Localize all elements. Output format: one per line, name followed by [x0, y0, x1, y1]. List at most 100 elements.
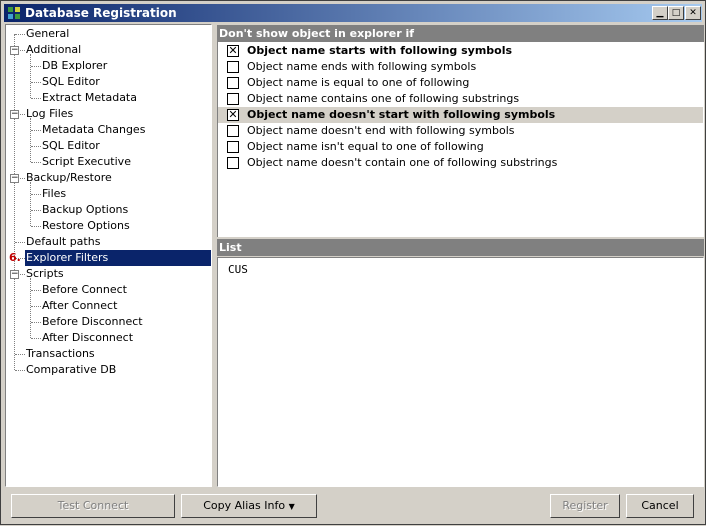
filter-option-label: Object name is equal to one of following [247, 76, 470, 89]
tree-item[interactable]: Restore Options [41, 218, 132, 234]
register-button[interactable]: Register [550, 494, 620, 518]
cancel-label: Cancel [641, 499, 679, 512]
cancel-button[interactable]: Cancel [626, 494, 694, 518]
filter-option-label: Object name doesn't end with following s… [247, 124, 515, 137]
tree-item[interactable]: Explorer Filters [25, 250, 211, 266]
title-bar[interactable]: Database Registration ▁ □ ✕ [4, 4, 702, 22]
tree-connector [31, 322, 41, 323]
list-editor[interactable]: CUS [217, 257, 704, 487]
tree-item[interactable]: Scripts [25, 266, 66, 282]
tree-item[interactable]: Default paths [25, 234, 102, 250]
collapse-icon[interactable]: − [10, 174, 19, 183]
filter-option-label: Object name starts with following symbol… [247, 44, 513, 57]
filter-option-label: Object name contains one of following su… [247, 92, 520, 105]
close-icon: ✕ [689, 8, 697, 18]
minimize-icon: ▁ [656, 8, 664, 18]
filter-option[interactable]: ✕ Object name doesn't start with followin… [218, 107, 703, 123]
tree-item[interactable]: General [25, 26, 71, 42]
tree-connector [31, 338, 41, 339]
tree-item[interactable]: Additional [25, 42, 83, 58]
tree-connector [15, 354, 25, 355]
tree-item[interactable]: After Disconnect [41, 330, 135, 346]
tree-connector [31, 226, 41, 227]
close-button[interactable]: ✕ [685, 6, 701, 20]
checkbox[interactable]: ✕ [227, 45, 239, 57]
tree-item[interactable]: Before Connect [41, 282, 129, 298]
list-header: List [217, 239, 704, 256]
collapse-icon[interactable]: − [10, 270, 19, 279]
filter-option[interactable]: Object name ends with following symbols [218, 59, 703, 75]
tree-item[interactable]: DB Explorer [41, 58, 109, 74]
tree-item[interactable]: Log Files [25, 106, 75, 122]
tree-connector [31, 194, 41, 195]
splitter[interactable] [213, 24, 216, 487]
maximize-icon: □ [671, 8, 681, 18]
database-registration-window: Database Registration ▁ □ ✕ General − Addi… [0, 0, 706, 525]
tree-item[interactable]: Script Executive [41, 154, 133, 170]
tree-item[interactable]: Files [41, 186, 68, 202]
checkbox[interactable] [227, 93, 239, 105]
maximize-button[interactable]: □ [668, 6, 684, 20]
tree-item[interactable]: Extract Metadata [41, 90, 139, 106]
test-connect-button[interactable]: Test Connect [11, 494, 175, 518]
database-icon [8, 7, 20, 19]
collapse-icon[interactable]: − [10, 110, 19, 119]
tree-item[interactable]: Transactions [25, 346, 97, 362]
tree-connector [31, 210, 41, 211]
checkbox[interactable] [227, 125, 239, 137]
tree-connector [31, 130, 41, 131]
tree-connector [31, 98, 41, 99]
test-connect-label: Test Connect [57, 499, 129, 512]
window-title: Database Registration [25, 6, 177, 20]
filter-option[interactable]: ✕ Object name starts with following symbo… [218, 43, 703, 59]
dropdown-arrow-icon: ▼ [288, 502, 295, 511]
tree-item[interactable]: Before Disconnect [41, 314, 145, 330]
tree-item[interactable]: After Connect [41, 298, 119, 314]
tree-connector [15, 242, 25, 243]
tree-connector [31, 290, 41, 291]
filter-option-label: Object name isn't equal to one of follow… [247, 140, 484, 153]
filter-option[interactable]: Object name contains one of following su… [218, 91, 703, 107]
selection-marker: 6. [9, 251, 21, 264]
tree-branch-line [30, 54, 31, 98]
list-content: CUS [228, 263, 248, 276]
checkbox[interactable]: ✕ [227, 109, 239, 121]
filter-options-panel: ✕ Object name starts with following symbo… [217, 42, 704, 237]
tree-branch-line [30, 118, 31, 162]
tree-root-line [14, 34, 15, 370]
tree-connector [31, 306, 41, 307]
copy-alias-info-button[interactable]: Copy Alias Info ▼ [181, 494, 317, 518]
filter-option[interactable]: Object name is equal to one of following [218, 75, 703, 91]
checkbox[interactable] [227, 61, 239, 73]
collapse-icon[interactable]: − [10, 46, 19, 55]
tree-connector [31, 66, 41, 67]
copy-alias-info-label: Copy Alias Info [203, 499, 286, 512]
checkbox[interactable] [227, 157, 239, 169]
filter-option-label: Object name ends with following symbols [247, 60, 477, 73]
tree-branch-line [30, 278, 31, 338]
filters-header: Don't show object in explorer if [217, 25, 704, 42]
filter-option[interactable]: Object name doesn't contain one of follo… [218, 155, 703, 171]
filter-option[interactable]: Object name doesn't end with following s… [218, 123, 703, 139]
filter-option-label: Object name doesn't start with following… [247, 108, 556, 121]
tree-item[interactable]: SQL Editor [41, 74, 102, 90]
minimize-button[interactable]: ▁ [652, 6, 668, 20]
tree-connector [15, 370, 25, 371]
register-label: Register [562, 499, 608, 512]
tree-connector [31, 82, 41, 83]
tree-item[interactable]: Metadata Changes [41, 122, 147, 138]
filter-option-label: Object name doesn't contain one of follo… [247, 156, 558, 169]
tree-connector [31, 162, 41, 163]
options-tree[interactable]: General − Additional DB Explorer SQL Editor E… [5, 24, 212, 487]
checkbox[interactable] [227, 141, 239, 153]
tree-item[interactable]: Comparative DB [25, 362, 118, 378]
tree-item[interactable]: Backup/Restore [25, 170, 114, 186]
checkbox[interactable] [227, 77, 239, 89]
filter-option[interactable]: Object name isn't equal to one of follow… [218, 139, 703, 155]
tree-item[interactable]: SQL Editor [41, 138, 102, 154]
tree-connector [15, 34, 25, 35]
tree-item[interactable]: Backup Options [41, 202, 130, 218]
button-bar: Test Connect Copy Alias Info ▼ Register … [1, 489, 706, 526]
tree-branch-line [30, 182, 31, 226]
tree-connector [31, 146, 41, 147]
